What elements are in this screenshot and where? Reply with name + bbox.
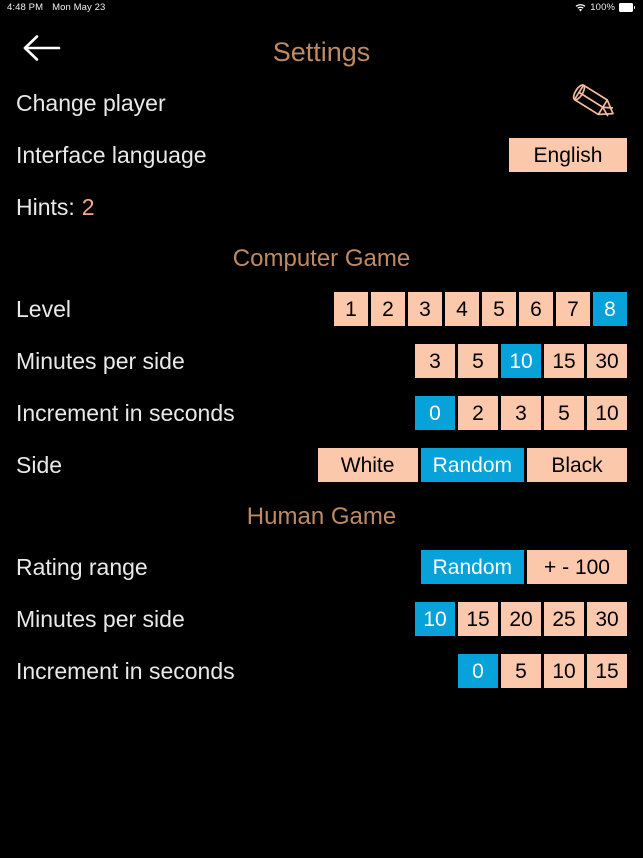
computer_game-level-option-8[interactable]: 8 <box>593 292 627 326</box>
human_game-minutes_per_side-option-10[interactable]: 10 <box>415 602 455 636</box>
status-bar-right: 100% <box>575 2 636 13</box>
row-human-minutes: Minutes per side 10 15 20 25 30 <box>16 593 627 645</box>
computer_game-increment_in_seconds-option-2[interactable]: 2 <box>458 396 498 430</box>
app-header: Settings <box>0 15 643 77</box>
computer-level-options: 12345678 <box>334 292 627 326</box>
human_game-minutes_per_side-option-15[interactable]: 15 <box>458 602 498 636</box>
section-title-computer-game: Computer Game <box>232 245 411 272</box>
change-player-label: Change player <box>16 89 166 116</box>
computer_game-minutes_per_side-option-10[interactable]: 10 <box>501 344 541 378</box>
computer_game-minutes_per_side-option-30[interactable]: 30 <box>587 344 627 378</box>
row-computer-level: Level 12345678 <box>16 283 627 335</box>
battery-percent-label: 100% <box>590 2 615 13</box>
page-title: Settings <box>272 37 371 67</box>
row-hints: Hints: 2 <box>16 181 627 233</box>
human-increment-label: Increment in seconds <box>16 657 235 684</box>
human_game-minutes_per_side-option-30[interactable]: 30 <box>587 602 627 636</box>
computer_game-level-option-3[interactable]: 3 <box>408 292 442 326</box>
computer_game-level-option-2[interactable]: 2 <box>371 292 405 326</box>
human_game-rating_range-option-100[interactable]: + - 100 <box>527 550 627 584</box>
interface-language-label: Interface language <box>16 141 207 168</box>
row-human-increment: Increment in seconds 0 5 10 15 <box>16 645 627 697</box>
computer_game-minutes_per_side-option-3[interactable]: 3 <box>415 344 455 378</box>
human_game-minutes_per_side-option-20[interactable]: 20 <box>501 602 541 636</box>
row-change-player[interactable]: Change player <box>16 77 627 129</box>
status-time: 4:48 PM <box>7 2 44 13</box>
row-computer-side: Side White Random Black <box>16 439 627 491</box>
computer_game-level-option-5[interactable]: 5 <box>482 292 516 326</box>
computer-side-options: White Random Black <box>317 448 627 482</box>
computer_game-minutes_per_side-option-5[interactable]: 5 <box>458 344 498 378</box>
human-rating-range-label: Rating range <box>16 553 148 580</box>
wifi-icon <box>575 3 586 12</box>
language-select-button[interactable]: English <box>509 138 627 172</box>
human_game-increment_in_seconds-option-15[interactable]: 15 <box>587 654 627 688</box>
status-bar: 4:48 PM Mon May 23 100% <box>0 0 643 15</box>
computer_game-side-option-random[interactable]: Random <box>420 448 524 482</box>
row-human-rating-range: Rating range Random + - 100 <box>16 541 627 593</box>
hints-label: Hints: <box>16 193 75 220</box>
interface-language-controls: English <box>509 138 627 172</box>
row-computer-minutes: Minutes per side 3 5 10 15 30 <box>16 335 627 387</box>
computer_game-level-option-1[interactable]: 1 <box>334 292 368 326</box>
human-minutes-options: 10 15 20 25 30 <box>415 602 627 636</box>
status-bar-left: 4:48 PM Mon May 23 <box>7 2 105 13</box>
human_game-increment_in_seconds-option-5[interactable]: 5 <box>501 654 541 688</box>
battery-icon <box>619 3 636 12</box>
hints-value: 2 <box>81 193 95 220</box>
computer_game-level-option-7[interactable]: 7 <box>556 292 590 326</box>
computer_game-increment_in_seconds-option-5[interactable]: 5 <box>544 396 584 430</box>
human_game-increment_in_seconds-option-0[interactable]: 0 <box>458 654 498 688</box>
settings-content: Change player Interface language English… <box>0 77 643 697</box>
computer_game-increment_in_seconds-option-3[interactable]: 3 <box>501 396 541 430</box>
human_game-minutes_per_side-option-25[interactable]: 25 <box>544 602 584 636</box>
human-rating-range-options: Random + - 100 <box>420 550 627 584</box>
computer-minutes-label: Minutes per side <box>16 347 185 374</box>
computer-increment-label: Increment in seconds <box>16 399 235 426</box>
computer_game-side-option-white[interactable]: White <box>317 448 418 482</box>
human_game-rating_range-option-random[interactable]: Random <box>420 550 524 584</box>
computer-level-label: Level <box>16 295 71 322</box>
computer-minutes-options: 3 5 10 15 30 <box>415 344 627 378</box>
status-date: Mon May 23 <box>52 2 106 13</box>
computer_game-level-option-4[interactable]: 4 <box>445 292 479 326</box>
pencil-icon[interactable] <box>565 80 627 126</box>
section-title-human-game: Human Game <box>246 503 397 530</box>
computer-side-label: Side <box>16 451 63 478</box>
computer_game-level-option-6[interactable]: 6 <box>519 292 553 326</box>
human-increment-options: 0 5 10 15 <box>458 654 627 688</box>
computer_game-increment_in_seconds-option-10[interactable]: 10 <box>587 396 627 430</box>
computer_game-increment_in_seconds-option-0[interactable]: 0 <box>415 396 455 430</box>
row-computer-increment: Increment in seconds 0 2 3 5 10 <box>16 387 627 439</box>
row-interface-language: Interface language English <box>16 129 627 181</box>
computer_game-minutes_per_side-option-15[interactable]: 15 <box>544 344 584 378</box>
human-minutes-label: Minutes per side <box>16 605 185 632</box>
computer-increment-options: 0 2 3 5 10 <box>415 396 627 430</box>
computer_game-side-option-black[interactable]: Black <box>527 448 627 482</box>
human_game-increment_in_seconds-option-10[interactable]: 10 <box>544 654 584 688</box>
